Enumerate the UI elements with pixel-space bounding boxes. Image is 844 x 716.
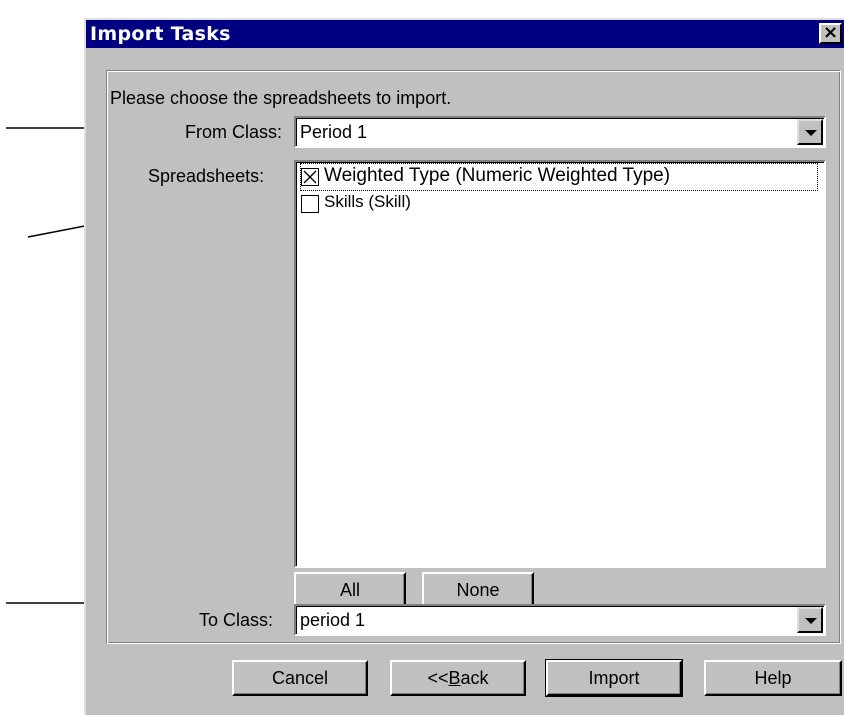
- to-class-value: period 1: [300, 610, 366, 630]
- close-button[interactable]: ×: [819, 23, 842, 44]
- from-class-dropdown[interactable]: Period 1: [294, 116, 826, 148]
- list-item-label: Weighted Type (Numeric Weighted Type): [324, 165, 671, 186]
- list-item-label: Skills (Skill): [324, 192, 411, 211]
- checkbox-checked[interactable]: [301, 168, 319, 186]
- from-class-label: From Class:: [185, 122, 283, 142]
- close-icon: ×: [822, 22, 839, 43]
- instructions-text: Please choose the spreadsheets to import…: [110, 88, 452, 108]
- checkbox-unchecked[interactable]: [301, 195, 319, 213]
- select-all-button[interactable]: All: [294, 572, 406, 608]
- back-accelerator: B: [448, 668, 461, 688]
- back-rest: ack: [460, 668, 489, 688]
- cancel-button[interactable]: Cancel: [232, 660, 368, 696]
- back-prefix: <<: [427, 668, 449, 688]
- spreadsheets-list[interactable]: Weighted Type (Numeric Weighted Type) Sk…: [294, 160, 826, 568]
- chevron-down-icon[interactable]: [797, 607, 823, 633]
- chevron-down-icon[interactable]: [797, 119, 823, 145]
- to-class-label: To Class:: [199, 610, 274, 630]
- back-button[interactable]: <<Back: [390, 660, 526, 696]
- select-none-button[interactable]: None: [422, 572, 534, 608]
- title-bar[interactable]: Import Tasks ×: [86, 20, 844, 48]
- checkmark-x-icon: [303, 170, 317, 184]
- import-button[interactable]: Import: [545, 659, 683, 697]
- help-button[interactable]: Help: [704, 660, 842, 696]
- from-class-value: Period 1: [300, 122, 368, 142]
- to-class-dropdown[interactable]: period 1: [294, 604, 826, 636]
- spreadsheets-label: Spreadsheets:: [148, 166, 265, 186]
- list-item[interactable]: Weighted Type (Numeric Weighted Type): [300, 163, 818, 191]
- import-tasks-dialog: Import Tasks × Please choose the spreads…: [84, 18, 844, 715]
- dialog-title: Import Tasks: [90, 23, 231, 45]
